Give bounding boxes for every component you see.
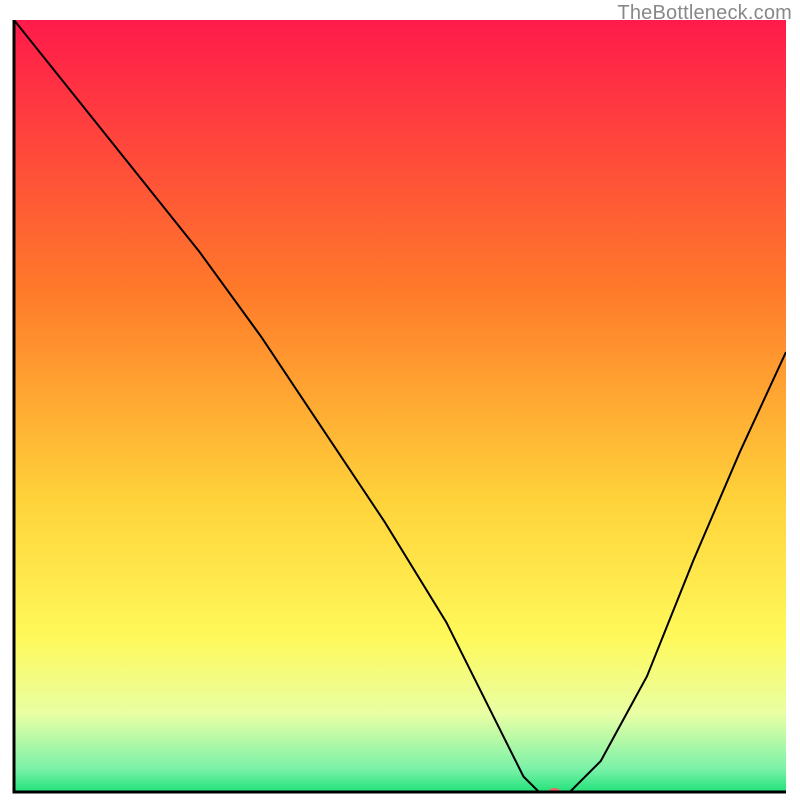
plot-background xyxy=(14,20,786,792)
bottleneck-chart xyxy=(0,0,800,800)
watermark-label: TheBottleneck.com xyxy=(617,2,792,25)
